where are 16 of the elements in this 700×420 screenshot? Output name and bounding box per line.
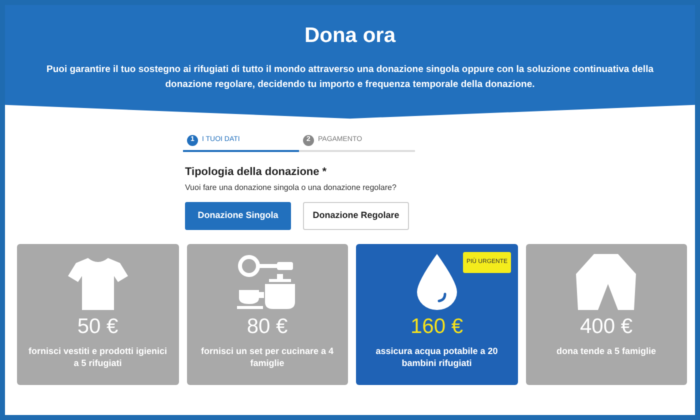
amount-description: fornisci vestiti e prodotti igienici a 5 rifugiati	[28, 344, 168, 370]
tent-icon	[576, 254, 636, 310]
donation-type-button[interactable]: Donazione Singola	[185, 202, 291, 230]
amount-value: 400 €	[580, 316, 633, 337]
amount-value: 50 €	[77, 316, 118, 337]
cookware-icon	[237, 254, 298, 310]
page-title: Dona ora	[303, 23, 397, 48]
amount-value: 160 €	[410, 316, 464, 337]
amount-value: 80 €	[246, 316, 288, 337]
field-hint: Vuoi fare una donazione singola o una donazione regolare?	[185, 182, 398, 194]
intro-text: Puoi garantire il tuo sostegno ai rifugiati di tutto il mondo attraverso una donazione singola oppure con la soluzione continuativa della donazione regolare, decidendo tu importo e frequenza temporale della donazione.	[46, 63, 655, 92]
donation-type-button[interactable]: Donazione Regolare	[303, 202, 409, 230]
field-label: Tipologia della donazione *	[185, 166, 328, 179]
amount-description: fornisci un set per cucinare a 4 famiglie	[200, 344, 335, 370]
amount-description: dona tende a 5 famiglie	[555, 344, 658, 357]
amount-description: assicura acqua potabile a 20 bambini rifugiati	[374, 344, 499, 370]
